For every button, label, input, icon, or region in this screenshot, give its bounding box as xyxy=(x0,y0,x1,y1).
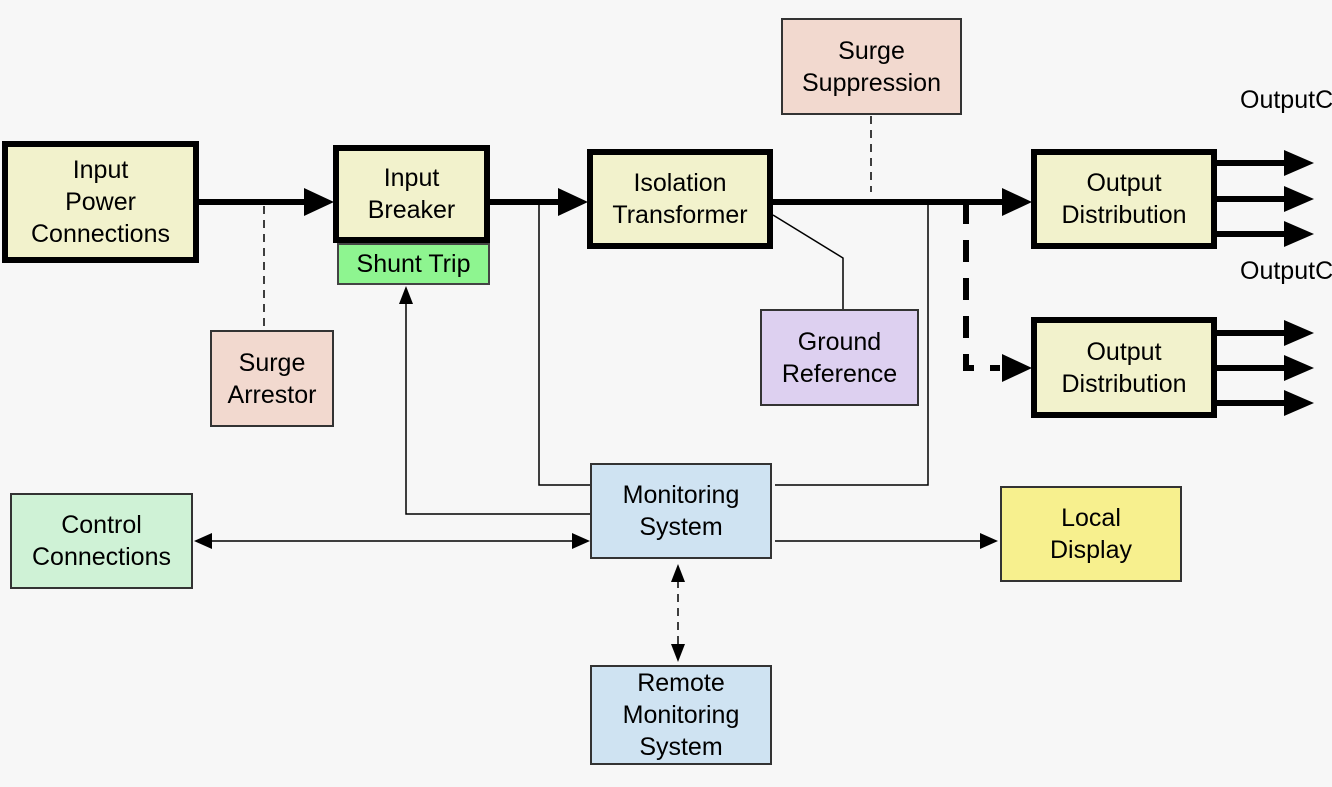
block-text-line: Cables xyxy=(1315,257,1332,285)
block-text-line: Cables xyxy=(1315,86,1332,114)
arrow-head-control-left xyxy=(194,533,212,549)
block-text-line: Output xyxy=(1086,337,1162,366)
block-text-line: Shunt Trip xyxy=(356,250,471,278)
block-text-line: Isolation xyxy=(633,169,727,197)
ground-reference-link xyxy=(772,214,844,310)
block-text-line: Connections xyxy=(31,220,170,248)
block-text-line: Ground xyxy=(797,327,882,356)
block-text-line: Output xyxy=(1240,86,1316,114)
shunt-trip-control-line xyxy=(405,296,591,515)
block-text-line: Display xyxy=(1050,536,1132,564)
block-text-line: Connections xyxy=(32,543,171,571)
arrow-head-transformer xyxy=(558,188,588,216)
block-text-line: Output xyxy=(1086,169,1162,197)
sense-line-breaker-output xyxy=(538,202,591,486)
arrow-head-remote-up xyxy=(671,564,685,582)
block-text-line: Remote xyxy=(637,669,725,697)
surge-suppression-block[interactable]: Surge Suppression xyxy=(781,18,962,115)
block-text-line: Arrestor xyxy=(227,380,317,409)
monitoring-system-block[interactable]: Monitoring System xyxy=(590,463,772,559)
block-text-line: Output xyxy=(1240,257,1316,285)
block-text-line: Local xyxy=(1061,504,1121,532)
output-distribution-block-1[interactable]: Output Distribution xyxy=(1031,149,1217,249)
block-text-line: Surge xyxy=(838,36,905,65)
dashed-branch-line xyxy=(963,202,1000,371)
arrow-head-remote-down xyxy=(671,644,685,662)
block-text-line: Distribution xyxy=(1061,201,1187,229)
input-breaker-block[interactable]: Input Breaker xyxy=(333,145,490,243)
block-text-line: Monitoring xyxy=(622,701,740,729)
output-cables-1 xyxy=(1216,150,1314,247)
block-text-line: Distribution xyxy=(1061,369,1187,398)
ground-reference-block[interactable]: Ground Reference xyxy=(760,309,919,406)
arrow-head-local-display xyxy=(980,533,998,549)
arrow-head-distribution-2 xyxy=(1002,354,1032,382)
input-power-connections-block[interactable]: Input Power Connections xyxy=(2,141,199,263)
block-text-line: System xyxy=(639,733,723,761)
output-distribution-block-2[interactable]: Output Distribution xyxy=(1031,317,1217,418)
block-text-line: Input xyxy=(383,164,440,192)
shunt-trip-block[interactable]: Shunt Trip xyxy=(337,243,490,285)
remote-monitoring-system-block[interactable]: Remote Monitoring System xyxy=(590,665,772,765)
block-text-line: Surge xyxy=(238,348,306,377)
block-text-line: Control xyxy=(61,511,142,539)
surge-arrestor-block[interactable]: Surge Arrestor xyxy=(210,330,334,427)
block-text-line: Monitoring xyxy=(622,481,740,509)
control-connections-block[interactable]: Control Connections xyxy=(10,493,193,589)
block-text-line: System xyxy=(639,513,723,541)
local-display-block[interactable]: Local Display xyxy=(1000,486,1182,582)
block-text-line: Reference xyxy=(781,359,898,388)
output-cables-label-1: OutputCables xyxy=(1240,84,1332,116)
block-text-line: Breaker xyxy=(367,196,456,224)
arrow-head-shunt-trip xyxy=(399,286,413,304)
output-cables-label-2: OutputCables xyxy=(1240,255,1332,287)
arrow-head-distribution-1 xyxy=(1002,188,1032,216)
output-cables-2 xyxy=(1216,320,1314,416)
block-text-line: Suppression xyxy=(802,68,941,97)
block-text-line: Power xyxy=(65,188,136,216)
block-text-line: Transformer xyxy=(612,201,748,229)
arrow-head-control-right xyxy=(572,533,590,549)
arrow-head-breaker xyxy=(304,188,334,216)
block-text-line: Input xyxy=(72,156,129,184)
isolation-transformer-block[interactable]: Isolation Transformer xyxy=(587,149,773,249)
